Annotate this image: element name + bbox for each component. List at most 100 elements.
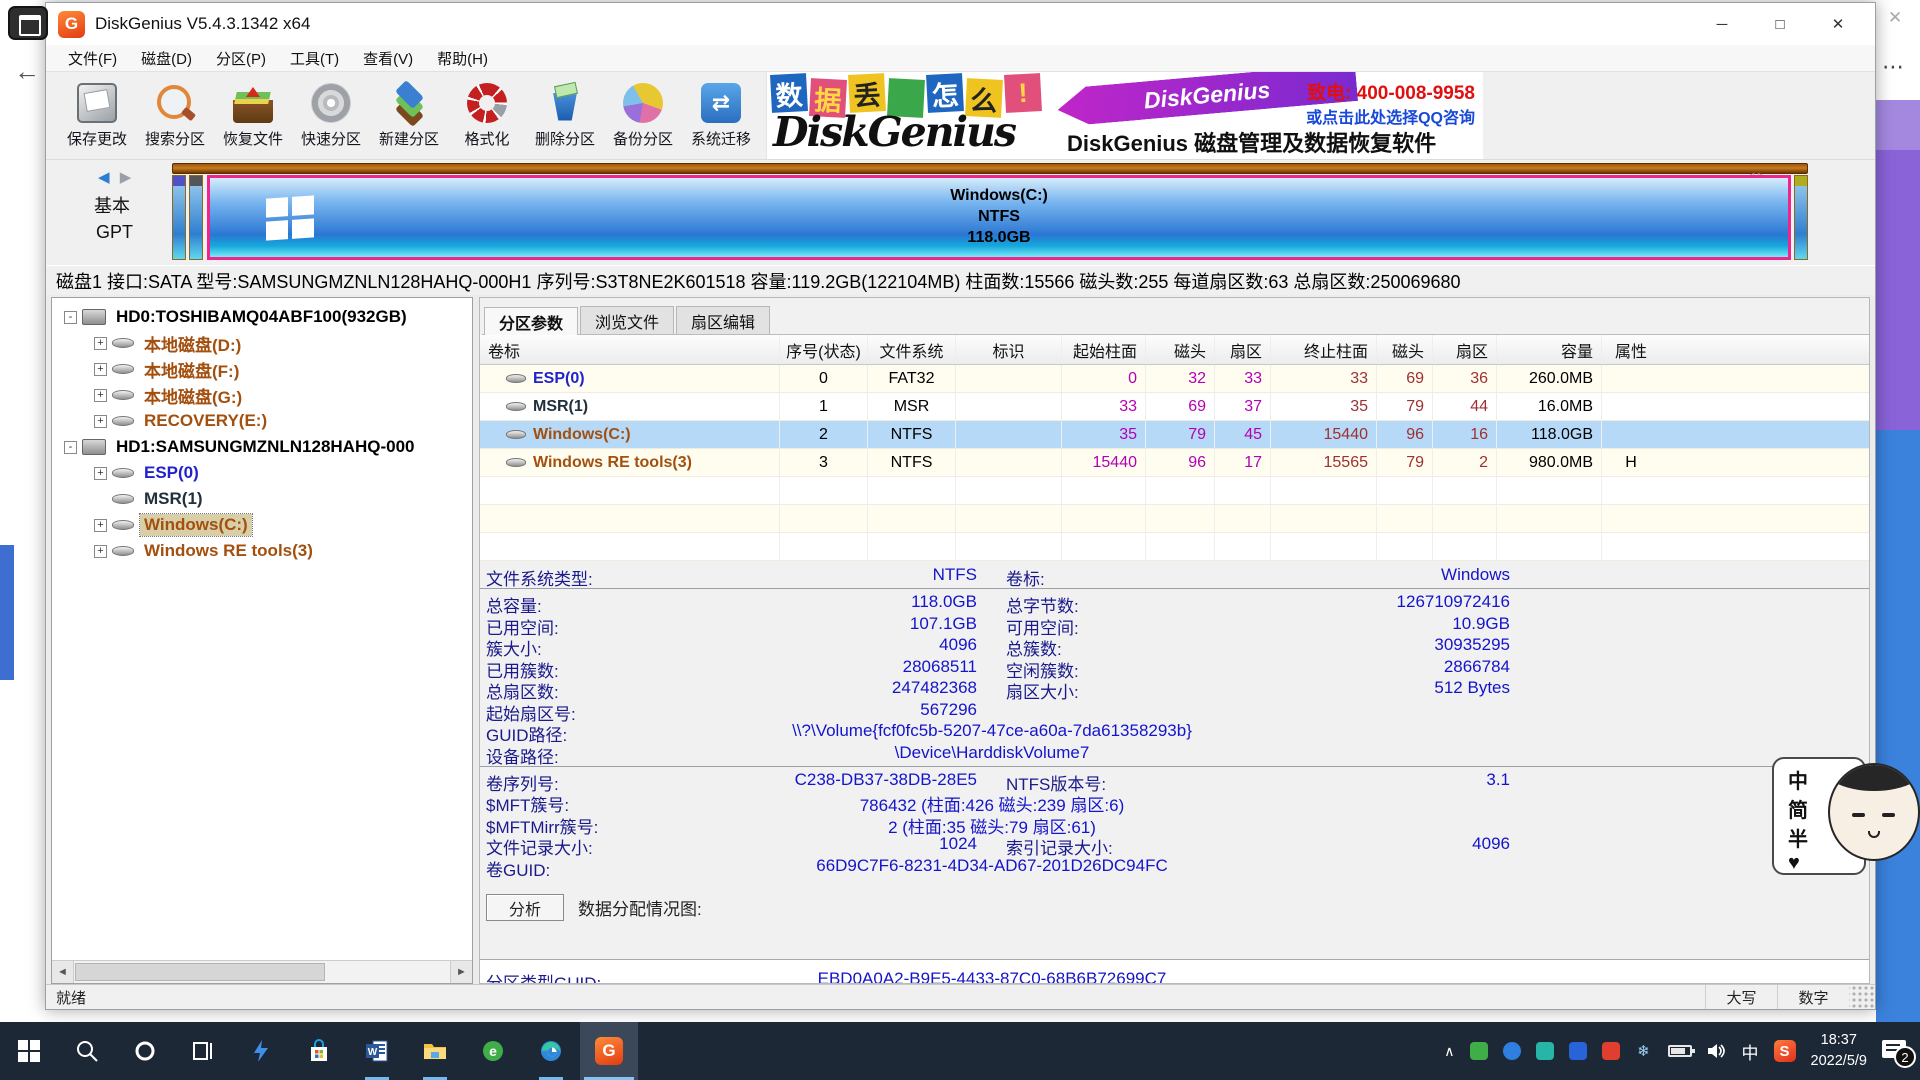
detail-tab[interactable]: 分区参数 [484,307,578,335]
recover-files-button[interactable]: 恢复文件 [214,74,292,158]
delete-partition-button[interactable]: 删除分区 [526,74,604,158]
scrollbar-thumb[interactable] [75,963,325,981]
cell-end-cylinder: 15565 [1271,449,1377,476]
menu-item[interactable]: 查看(V) [351,45,425,71]
format-button[interactable]: 格式化 [448,74,526,158]
expand-toggle-icon[interactable]: + [94,519,107,532]
tray-sync-icon[interactable] [1503,1042,1521,1060]
tray-snowflake-icon[interactable]: ❄ [1635,1042,1653,1060]
tree-item[interactable]: + Windows RE tools(3) [52,538,472,564]
expand-toggle-icon[interactable]: + [94,389,107,402]
taskbar-search-icon[interactable] [58,1022,116,1080]
hidden-icons-chevron[interactable]: ∧ [1444,1043,1454,1060]
taskbar-clock[interactable]: 18:37 2022/5/9 [1811,1030,1867,1072]
tree-item[interactable]: + ESP(0) [52,460,472,486]
detail-tab[interactable]: 扇区编辑 [676,306,770,334]
table-row[interactable]: Windows RE tools(3) 3 NTFS 15440 96 17 1… [480,449,1869,477]
ime-char-zhong[interactable]: 中 [1788,765,1808,794]
partition-block-re-tools[interactable] [1794,175,1808,260]
expand-toggle-icon[interactable]: + [94,467,107,480]
menu-item[interactable]: 磁盘(D) [129,45,204,71]
tray-qq-icon[interactable] [1569,1042,1587,1060]
tray-notes-icon[interactable] [1536,1042,1554,1060]
tree-item[interactable]: MSR(1) [52,486,472,512]
pinned-app-lightning-icon[interactable] [232,1022,290,1080]
tree-item[interactable]: + Windows(C:) [52,512,472,538]
disk-strip[interactable] [172,163,1808,174]
minimize-button[interactable]: ─ [1693,3,1751,45]
volume-icon[interactable] [1707,1042,1727,1060]
background-menu-ellipsis-icon: ⋯ [1882,54,1906,80]
ime-floating-widget[interactable]: 中 简 半 ♥ [1772,757,1920,877]
close-button[interactable]: ✕ [1809,3,1867,45]
word-icon[interactable]: W [348,1022,406,1080]
detail-value: 567296 [630,700,977,720]
system-migration-button[interactable]: 系统迁移 [682,74,760,158]
menu-item[interactable]: 分区(P) [204,45,278,71]
tray-antivirus-icon[interactable] [1470,1042,1488,1060]
start-button[interactable] [0,1022,58,1080]
expand-toggle-icon[interactable]: - [64,441,77,454]
table-row[interactable]: Windows(C:) 2 NTFS 35 79 45 15440 96 16 … [480,421,1869,449]
quick-partition-button[interactable]: 快速分区 [292,74,370,158]
analyze-button[interactable]: 分析 [486,894,564,921]
action-center-icon[interactable]: 2 [1882,1040,1908,1062]
scroll-right-icon[interactable]: ► [450,961,472,983]
task-view-icon[interactable] [174,1022,232,1080]
cortana-icon[interactable] [116,1022,174,1080]
tree-item[interactable]: + 本地磁盘(G:) [52,382,472,408]
table-row[interactable]: MSR(1) 1 MSR 33 69 37 35 79 44 16.0MB [480,393,1869,421]
cell-start-cylinder [1062,505,1146,532]
tree-item[interactable]: - HD0:TOSHIBAMQ04ABF100(932GB) [52,304,472,330]
ime-char-ban[interactable]: 半 [1788,823,1808,852]
scroll-left-icon[interactable]: ◄ [52,961,74,983]
floating-window-icon[interactable] [8,6,48,40]
node-icon [112,468,134,478]
file-explorer-icon[interactable] [406,1022,464,1080]
menu-item[interactable]: 工具(T) [278,45,351,71]
detail-value: C238-DB37-38DB-28E5 [630,770,977,790]
tree-item[interactable]: + RECOVERY(E:) [52,408,472,434]
table-row[interactable] [480,477,1869,505]
backup-partition-button[interactable]: 备份分区 [604,74,682,158]
table-row[interactable] [480,533,1869,561]
maximize-button[interactable]: □ [1751,3,1809,45]
menu-item[interactable]: 帮助(H) [425,45,500,71]
new-partition-button[interactable]: 新建分区 [370,74,448,158]
expand-toggle-icon[interactable]: - [64,311,77,324]
partition-block-msr[interactable] [189,175,203,260]
partition-block-windows-c[interactable]: Windows(C:) NTFS 118.0GB [207,175,1791,260]
detail-tab[interactable]: 浏览文件 [580,306,674,334]
detail-row: GUID路径: \\?\Volume{fcf0fc5b-5207-47ce-a6… [480,721,1869,743]
battery-icon[interactable] [1668,1045,1692,1057]
expand-toggle-icon[interactable]: + [94,363,107,376]
menu-item[interactable]: 文件(F) [56,45,129,71]
resize-grip[interactable] [1849,985,1875,1009]
search-partition-button[interactable]: 搜索分区 [136,74,214,158]
tree-horizontal-scrollbar[interactable]: ◄ ► [52,960,472,983]
tree-item[interactable]: + 本地磁盘(F:) [52,356,472,382]
table-row[interactable] [480,505,1869,533]
nav-right-icon[interactable]: ▶ [120,169,132,186]
microsoft-store-icon[interactable] [290,1022,348,1080]
diskgenius-taskbar-icon[interactable] [580,1022,638,1080]
browser-360-icon[interactable]: e [464,1022,522,1080]
ad-banner[interactable]: 数据丢怎么! DiskGenius DiskGenius DiskGenius … [766,72,1483,159]
tree-item[interactable]: + 本地磁盘(D:) [52,330,472,356]
cell-start-sector [1215,477,1271,504]
edge-icon[interactable] [522,1022,580,1080]
tree-item[interactable]: - HD1:SAMSUNGMZNLN128HAHQ-000 [52,434,472,460]
heart-icon[interactable]: ♥ [1788,852,1800,875]
tray-download-icon[interactable] [1602,1042,1620,1060]
expand-toggle-icon[interactable]: + [94,415,107,428]
sogou-ime-icon[interactable]: S [1774,1040,1796,1062]
ad-qq-link[interactable]: 或点击此处选择QQ咨询 [1306,104,1475,128]
ime-char-jian[interactable]: 简 [1788,794,1808,823]
save-changes-button[interactable]: 保存更改 [58,74,136,158]
expand-toggle-icon[interactable]: + [94,337,107,350]
expand-toggle-icon[interactable]: + [94,545,107,558]
nav-left-icon[interactable]: ◀ [98,169,110,186]
table-row[interactable]: ESP(0) 0 FAT32 0 32 33 33 69 36 260.0MB [480,365,1869,393]
ime-language-indicator[interactable]: 中 [1742,1039,1759,1064]
partition-block-esp[interactable] [172,175,186,260]
